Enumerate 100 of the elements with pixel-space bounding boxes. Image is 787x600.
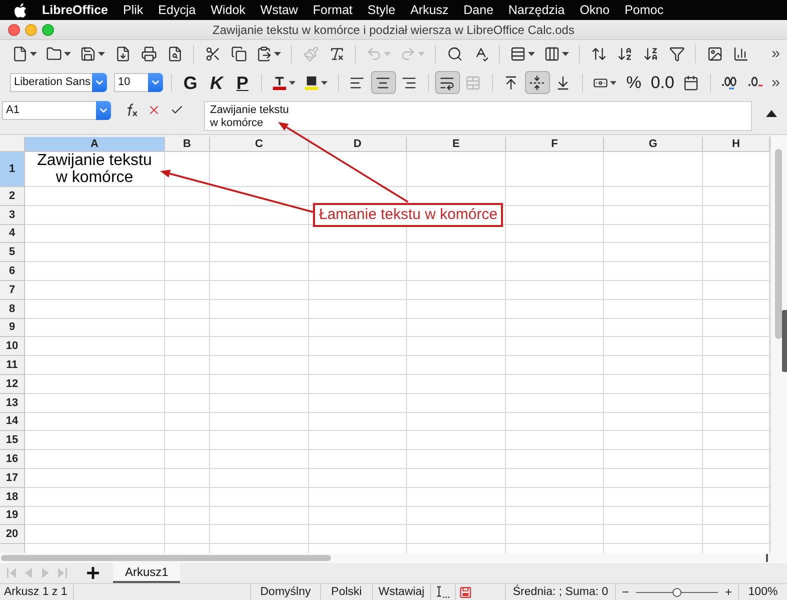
close-button[interactable] (8, 24, 20, 36)
row-header[interactable]: 20 (0, 525, 25, 544)
dropdown-button[interactable] (148, 73, 163, 92)
font-size-field[interactable]: 10 (114, 73, 148, 92)
caret-icon (98, 52, 105, 56)
text-cursor-icon[interactable] (436, 586, 450, 598)
row-header[interactable]: 2 (0, 187, 25, 206)
toolbar-button[interactable] (370, 71, 396, 94)
sheet-position: Arkusz 1 z 1 (4, 585, 68, 599)
overflow-button[interactable]: » (768, 74, 783, 91)
table-cell (703, 262, 770, 281)
font-name-field[interactable]: Liberation Sans (10, 73, 92, 92)
row-header[interactable]: 6 (0, 262, 25, 281)
sidebar-handle[interactable] (782, 310, 787, 372)
row-header[interactable]: 16 (0, 450, 25, 469)
row-header[interactable]: 8 (0, 300, 25, 319)
column-header[interactable]: D (309, 137, 407, 152)
dropdown-button[interactable] (92, 73, 107, 92)
row-header[interactable]: 5 (0, 243, 25, 262)
folder-icon (46, 46, 62, 62)
row-header[interactable]: 7 (0, 280, 25, 300)
toolbar-button[interactable]: P (230, 71, 255, 94)
table-cell (165, 243, 210, 262)
function-button[interactable] (125, 103, 138, 117)
column-header[interactable]: F (506, 137, 604, 152)
input-mode: Wstawiaj (378, 585, 424, 599)
caret-icon (288, 80, 296, 84)
row-header[interactable]: 17 (0, 468, 25, 488)
page-style: Domyślny (260, 585, 311, 599)
column-header[interactable]: C (210, 137, 309, 152)
menu-item[interactable]: Widok (210, 2, 246, 18)
column-header[interactable]: H (703, 137, 770, 152)
formula-input[interactable]: Zawijanie tekstu w komórce (204, 101, 752, 131)
row-header[interactable]: 3 (0, 206, 25, 225)
app-menu[interactable]: LibreOffice (42, 2, 108, 18)
cancel-button[interactable] (147, 103, 161, 117)
menu-item[interactable]: Edycja (158, 2, 196, 18)
toolbar-button[interactable]: G (178, 71, 203, 94)
language: Polski (331, 585, 362, 599)
menu-item[interactable]: Style (368, 2, 396, 18)
scrollbar-thumb[interactable] (1, 555, 331, 561)
toolbar-button[interactable]: 0.0 (647, 71, 678, 94)
row-header[interactable]: 4 (0, 224, 25, 244)
slider-thumb[interactable] (672, 588, 682, 596)
menu-item[interactable]: Arkusz (410, 2, 449, 18)
toolbar-button[interactable]: % (621, 71, 646, 94)
caret-icon (418, 52, 425, 56)
row-header[interactable]: 12 (0, 374, 25, 394)
table-cell (165, 431, 210, 450)
zoom-in-button[interactable]: + (724, 585, 734, 599)
menu-item[interactable]: Plik (123, 2, 144, 18)
table-cell (703, 525, 770, 544)
caret-icon (384, 52, 391, 56)
maximize-button[interactable] (42, 24, 54, 36)
menu-item[interactable]: Dane (464, 2, 494, 18)
menu-item[interactable]: Narzędzia (508, 2, 565, 18)
dropdown-button[interactable] (96, 101, 111, 120)
row-header[interactable]: 13 (0, 394, 25, 413)
row-header[interactable]: 10 (0, 337, 25, 356)
toolbar-button[interactable]: K (204, 71, 229, 94)
scrollbar-thumb[interactable] (775, 149, 782, 339)
menu-item[interactable]: Okno (580, 2, 610, 18)
merge-cells-icon (465, 74, 482, 90)
calendar-icon (683, 74, 700, 90)
row-header[interactable]: 14 (0, 412, 25, 432)
split-handle[interactable] (766, 554, 768, 562)
column-header[interactable]: E (407, 137, 506, 152)
sheet-tab[interactable]: Arkusz1 (113, 563, 180, 583)
sort-descending-icon (642, 46, 658, 62)
plus-icon[interactable] (87, 567, 99, 579)
overflow-button[interactable]: » (768, 45, 783, 62)
table-cell (165, 374, 210, 394)
font-color-icon (272, 74, 287, 90)
image-icon (706, 46, 722, 62)
row-header[interactable]: 9 (0, 318, 25, 338)
row-header[interactable]: 1 (0, 152, 25, 187)
row-header[interactable]: 19 (0, 506, 25, 526)
toolbar-button[interactable] (524, 71, 550, 94)
zoom-out-button[interactable]: − (620, 585, 630, 599)
scissors-icon (204, 46, 220, 62)
column-header[interactable]: A (25, 137, 165, 152)
document-magnifier-icon (166, 46, 182, 62)
caret-icon (64, 52, 71, 56)
vertical-scrollbar[interactable] (770, 135, 787, 553)
collapse-button[interactable] (766, 110, 777, 117)
row-header[interactable]: 11 (0, 356, 25, 375)
name-box[interactable]: A1 (2, 101, 96, 120)
toolbar-button[interactable] (434, 71, 460, 94)
window-title: Zawijanie tekstu w komórce i podział wiersza w LibreOffice Calc.ods (212, 22, 574, 36)
menu-item[interactable]: Pomoc (624, 2, 664, 18)
table-cell (703, 280, 770, 300)
column-header[interactable]: G (604, 137, 703, 152)
row-header[interactable]: 15 (0, 431, 25, 450)
menu-item[interactable]: Wstaw (260, 2, 298, 18)
menu-item[interactable]: Format (312, 2, 353, 18)
row-header[interactable]: 18 (0, 488, 25, 507)
table-cell (703, 187, 770, 206)
funnel-icon (668, 46, 684, 62)
apple-icon[interactable] (14, 2, 27, 18)
column-header[interactable]: B (165, 137, 210, 152)
